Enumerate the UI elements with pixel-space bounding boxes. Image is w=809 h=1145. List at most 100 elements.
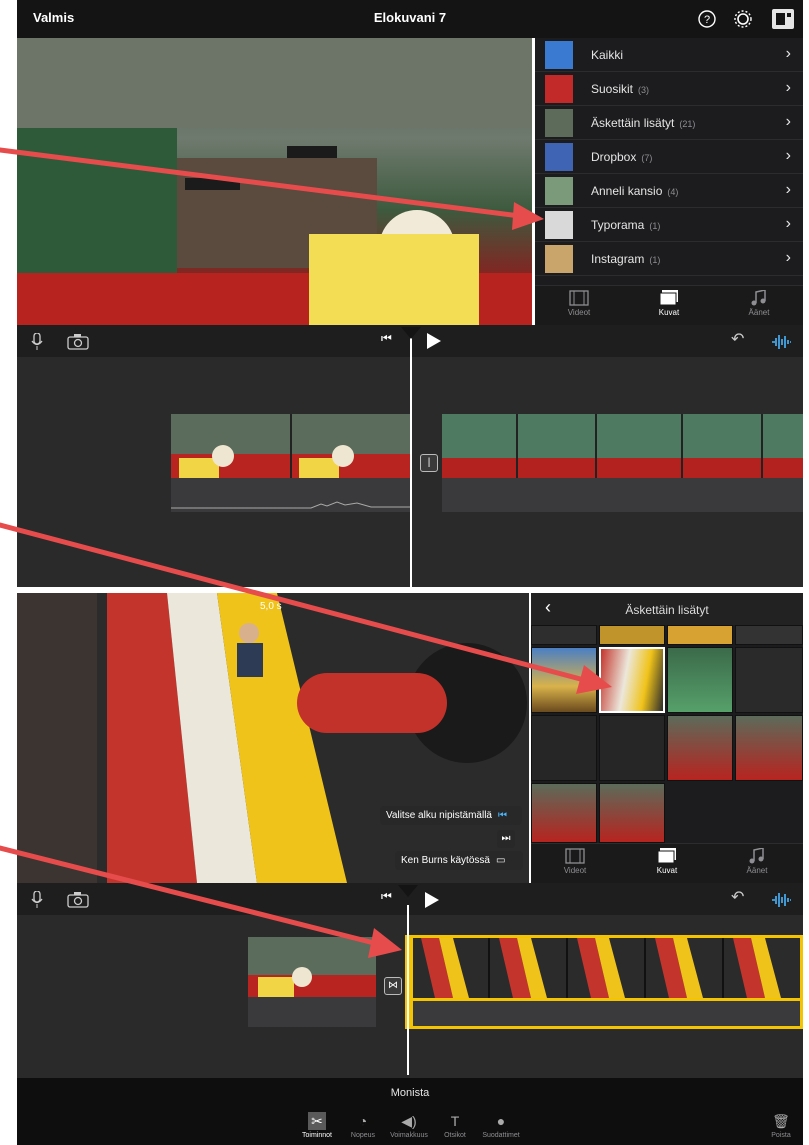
photo-thumb[interactable] [599, 783, 665, 843]
photo-thumb[interactable] [735, 625, 803, 645]
trim-start-icon: ⏮ [497, 810, 507, 821]
photo-thumb[interactable] [667, 715, 733, 781]
skip-to-start-icon[interactable]: ⏮ [381, 331, 392, 346]
album-count: (4) [667, 187, 679, 197]
album-label: Suosikit [591, 82, 634, 96]
playhead-marker-icon [401, 327, 421, 339]
play-icon[interactable] [427, 333, 441, 349]
ken-burns-hint[interactable]: Ken Burns käytössä ▭ [395, 851, 523, 870]
playhead[interactable] [410, 337, 412, 587]
album-label-wrap: Kaikki [591, 48, 628, 62]
tab-photos[interactable]: Kuvat [629, 290, 709, 317]
library-row[interactable]: Kaikki › [535, 38, 803, 72]
play-icon[interactable] [425, 892, 439, 908]
photo-thumb[interactable] [667, 647, 733, 713]
tab-videos[interactable]: Videot [535, 848, 615, 875]
playhead[interactable] [407, 905, 409, 1075]
album-label-wrap: Instagram (1) [591, 252, 660, 266]
photo-thumb[interactable] [531, 625, 597, 645]
camera-icon[interactable] [67, 892, 89, 908]
clip-thumbnail-strip [171, 414, 411, 478]
photo-thumb[interactable] [531, 647, 597, 713]
tool-volume[interactable]: ◀) Voimakkuus [385, 1112, 433, 1139]
project-settings-icon[interactable] [771, 8, 795, 30]
album-label-wrap: Anneli kansio (4) [591, 184, 678, 198]
library-row[interactable]: Äskettäin lisätyt (21) › [535, 106, 803, 140]
undo-icon[interactable]: ↶ [731, 887, 744, 907]
settings-icon[interactable] [733, 9, 753, 29]
album-thumbnail [545, 143, 573, 171]
album-count: (1) [649, 221, 661, 231]
timeline-1: ⏮ ↶ | [17, 325, 803, 587]
photo-thumb-selected[interactable] [599, 647, 665, 713]
chevron-right-icon: › [785, 45, 791, 62]
tool-filters[interactable]: ● Suodattimet [477, 1112, 525, 1139]
tool-titles[interactable]: T Otsikot [431, 1112, 479, 1139]
album-thumbnail [545, 177, 573, 205]
video-preview[interactable] [17, 38, 532, 325]
clip-audio-track [248, 997, 376, 1027]
album-count: (7) [641, 153, 653, 163]
library-row[interactable]: Dropbox (7) › [535, 140, 803, 174]
photos-icon [659, 290, 678, 306]
tab-audio[interactable]: Äänet [719, 290, 799, 317]
album-label-wrap: Typorama (1) [591, 218, 660, 232]
timeline-clip[interactable] [171, 414, 411, 478]
photo-thumb[interactable] [667, 625, 733, 645]
timeline-clip[interactable] [248, 937, 376, 997]
transition-button[interactable]: | [420, 454, 438, 472]
photo-thumb[interactable] [599, 625, 665, 645]
undo-icon[interactable]: ↶ [731, 329, 744, 349]
recent-tabbar: Videot Kuvat Äänet [531, 843, 803, 883]
skip-to-start-icon[interactable]: ⏮ [381, 889, 392, 904]
tab-videos[interactable]: Videot [539, 290, 619, 317]
tab-audio[interactable]: Äänet [717, 848, 797, 875]
photo-thumb[interactable] [531, 715, 597, 781]
photo-thumb[interactable] [735, 647, 803, 713]
library-row[interactable]: Typorama (1) › [535, 208, 803, 242]
duration-label: 5,0 s [260, 601, 282, 612]
transition-button[interactable]: ⋈ [384, 977, 402, 995]
photo-thumb[interactable] [735, 715, 803, 781]
tool-actions[interactable]: ✂ Toiminnot [293, 1112, 341, 1139]
photo-thumb[interactable] [599, 715, 665, 781]
photo-preview[interactable]: 5,0 s Valitse alku nipistämällä ⏮ ⏭ Ken B… [17, 593, 529, 883]
library-row[interactable]: Instagram (1) › [535, 242, 803, 276]
album-label: Dropbox [591, 150, 637, 164]
trim-start-hint[interactable]: Valitse alku nipistämällä ⏮ [380, 806, 522, 825]
photos-icon [657, 848, 676, 864]
recent-photos-panel: ‹ Äskettäin lisätyt Videot Kuvat Äänet [531, 593, 803, 883]
microphone-icon[interactable] [31, 333, 43, 351]
audio-waveform-icon[interactable] [771, 892, 791, 908]
timeline-clip[interactable] [442, 414, 803, 478]
clip-thumbnail-strip [413, 938, 800, 998]
trash-icon: 🗑 [772, 1113, 790, 1129]
project-title: Elokuvani 7 [373, 10, 447, 25]
film-icon [565, 848, 585, 864]
tool-speed[interactable]: ◔ Nopeus [339, 1112, 387, 1139]
text-icon: T [450, 1113, 460, 1129]
photo-thumb[interactable] [531, 783, 597, 843]
album-label-wrap: Äskettäin lisätyt (21) [591, 116, 695, 130]
audio-waveform-icon[interactable] [771, 334, 791, 350]
library-row[interactable]: Anneli kansio (4) › [535, 174, 803, 208]
album-count: (21) [679, 119, 696, 129]
delete-button[interactable]: 🗑 Poista [757, 1112, 805, 1139]
tab-photos[interactable]: Kuvat [627, 848, 707, 875]
film-icon [569, 290, 589, 306]
next-frame-icon[interactable]: ⏭ [497, 830, 515, 848]
recent-panel-header: ‹ Äskettäin lisätyt [531, 593, 803, 625]
selected-timeline-clip[interactable] [405, 935, 803, 1001]
help-icon[interactable]: ? [697, 9, 717, 29]
library-row[interactable]: Suosikit (3) › [535, 72, 803, 106]
svg-text:?: ? [704, 14, 710, 26]
microphone-icon[interactable] [31, 891, 43, 909]
preview-photo-image [17, 593, 529, 883]
album-count: (1) [649, 255, 661, 265]
chevron-right-icon: › [785, 181, 791, 198]
album-label: Typorama [591, 218, 645, 232]
camera-icon[interactable] [67, 334, 89, 350]
album-label: Instagram [591, 252, 645, 266]
album-thumbnail [545, 75, 573, 103]
album-label: Anneli kansio [591, 184, 663, 198]
